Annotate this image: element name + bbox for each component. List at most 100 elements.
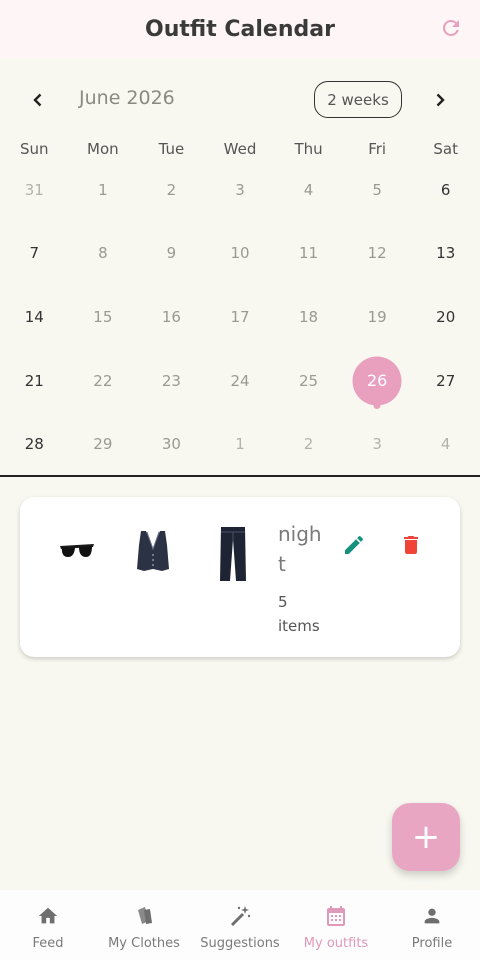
calendar-day[interactable]: 22 xyxy=(69,349,138,413)
nav-item-my-outfits[interactable]: My outfits xyxy=(288,890,384,960)
calendar-day-selected[interactable]: 26 xyxy=(343,349,412,413)
calendar-day[interactable]: 8 xyxy=(69,222,138,286)
calendar-day[interactable]: 13 xyxy=(411,222,480,286)
day-number: 26 xyxy=(366,371,388,391)
calendar-day[interactable]: 21 xyxy=(0,349,69,413)
calendar-day[interactable]: 2 xyxy=(274,412,343,476)
day-number: 18 xyxy=(299,307,319,326)
calendar-day[interactable]: 4 xyxy=(411,412,480,476)
nav-label: Suggestions xyxy=(200,936,280,951)
calendar-day[interactable]: 28 xyxy=(0,412,69,476)
day-number: 22 xyxy=(93,371,113,390)
calendar-day[interactable]: 25 xyxy=(274,349,343,413)
day-number: 10 xyxy=(230,244,250,263)
calendar-day[interactable]: 17 xyxy=(206,285,275,349)
calendar-day[interactable]: 12 xyxy=(343,222,412,286)
day-number: 6 xyxy=(440,180,451,199)
calendar-day[interactable]: 19 xyxy=(343,285,412,349)
day-number: 9 xyxy=(166,244,177,263)
day-number: 24 xyxy=(230,371,250,390)
day-number: 30 xyxy=(161,435,181,454)
calendar-day[interactable]: 31 xyxy=(0,158,69,222)
day-number: 3 xyxy=(372,435,382,454)
calendar-day[interactable]: 18 xyxy=(274,285,343,349)
day-number: 13 xyxy=(436,244,456,263)
calendar-divider xyxy=(0,475,480,477)
calendar-day[interactable]: 2 xyxy=(137,158,206,222)
calendar-day[interactable]: 20 xyxy=(411,285,480,349)
calendar-day[interactable]: 14 xyxy=(0,285,69,349)
day-number: 4 xyxy=(303,180,314,199)
calendar-day[interactable]: 3 xyxy=(343,412,412,476)
calendar-day[interactable]: 11 xyxy=(274,222,343,286)
day-number: 3 xyxy=(235,180,245,199)
vest-image xyxy=(137,531,169,571)
day-number: 29 xyxy=(93,435,113,454)
day-number: 21 xyxy=(24,371,44,390)
jeans-image xyxy=(220,527,246,581)
outfit-item-count: 5 items xyxy=(278,593,320,635)
delete-outfit-button[interactable] xyxy=(395,529,427,561)
day-number: 11 xyxy=(299,244,319,263)
home-icon xyxy=(35,903,61,929)
calendar-day[interactable]: 16 xyxy=(137,285,206,349)
app-bar: Outfit Calendar xyxy=(0,0,480,58)
day-number: 4 xyxy=(440,435,451,454)
bottom-navigation: Feed My Clothes Suggestions My outfits P… xyxy=(0,890,480,960)
person-icon xyxy=(419,903,445,929)
day-number: 15 xyxy=(93,307,113,326)
day-number: 2 xyxy=(303,435,314,454)
calendar-header: June 2026 2 weeks xyxy=(0,76,480,124)
previous-month-button[interactable] xyxy=(22,84,54,116)
calendar-day[interactable]: 27 xyxy=(411,349,480,413)
day-number: 8 xyxy=(98,244,108,263)
nav-label: My outfits xyxy=(303,936,369,951)
day-number: 20 xyxy=(436,307,456,326)
day-number: 5 xyxy=(372,180,382,199)
chevron-right-icon xyxy=(436,93,445,107)
day-number: 7 xyxy=(29,244,40,263)
edit-outfit-button[interactable] xyxy=(338,529,370,561)
nav-item-feed[interactable]: Feed xyxy=(0,890,96,960)
calendar-day[interactable]: 23 xyxy=(137,349,206,413)
nav-label: Feed xyxy=(32,936,64,951)
outfit-name: night xyxy=(278,522,322,576)
calendar-day[interactable]: 15 xyxy=(69,285,138,349)
day-number: 14 xyxy=(24,307,44,326)
calendar-day[interactable]: 1 xyxy=(69,158,138,222)
nav-item-suggestions[interactable]: Suggestions xyxy=(192,890,288,960)
nav-label: My Clothes xyxy=(108,936,180,951)
refresh-icon xyxy=(443,19,459,36)
calendar-day[interactable]: 5 xyxy=(343,158,412,222)
day-number: 28 xyxy=(24,435,44,454)
calendar-day[interactable]: 9 xyxy=(137,222,206,286)
chevron-left-icon xyxy=(33,93,42,107)
calendar-day[interactable]: 3 xyxy=(206,158,275,222)
calendar-day[interactable]: 10 xyxy=(206,222,275,286)
calendar-day[interactable]: 24 xyxy=(206,349,275,413)
month-label: June 2026 xyxy=(79,87,175,109)
calendar-day[interactable]: 7 xyxy=(0,222,69,286)
clothes-icon xyxy=(131,903,157,929)
calendar-days-grid: 31 1 2 3 4 5 6 7 8 9 10 11 12 13 14 15 1… xyxy=(0,158,480,476)
calendar-day[interactable]: 4 xyxy=(274,158,343,222)
add-outfit-button[interactable]: + xyxy=(392,803,460,871)
day-number: 12 xyxy=(367,244,387,263)
calendar-day[interactable]: 30 xyxy=(137,412,206,476)
day-number: 27 xyxy=(436,371,456,390)
trash-icon xyxy=(404,536,418,554)
calendar-day[interactable]: 6 xyxy=(411,158,480,222)
magic-wand-icon xyxy=(227,903,253,929)
day-number: 25 xyxy=(299,371,319,390)
outfit-card[interactable]: night 5 items xyxy=(20,497,460,657)
day-number: 1 xyxy=(98,180,108,199)
calendar-day[interactable]: 29 xyxy=(69,412,138,476)
nav-item-my-clothes[interactable]: My Clothes xyxy=(96,890,192,960)
format-toggle-button[interactable]: 2 weeks xyxy=(314,81,402,118)
calendar-day[interactable]: 1 xyxy=(206,412,275,476)
nav-item-profile[interactable]: Profile xyxy=(384,890,480,960)
next-month-button[interactable] xyxy=(424,84,456,116)
day-number: 31 xyxy=(24,180,44,199)
refresh-button[interactable] xyxy=(436,13,466,43)
day-number: 1 xyxy=(235,435,245,454)
